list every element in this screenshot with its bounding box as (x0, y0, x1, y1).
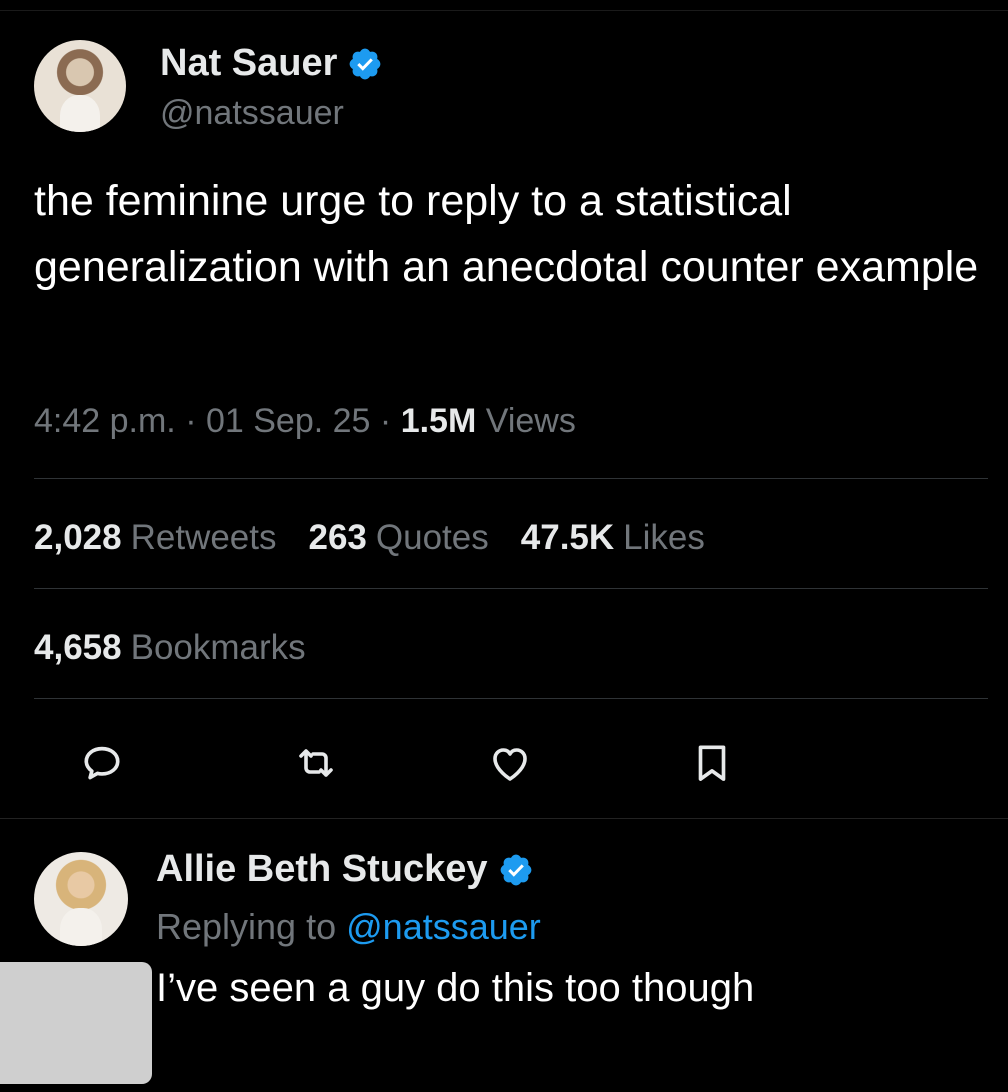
divider (0, 818, 1008, 819)
engagement-stats: 2,028 Retweets 263 Quotes 47.5K Likes (34, 518, 705, 558)
tweet-text: the feminine urge to reply to a statisti… (34, 177, 979, 291)
divider (34, 478, 988, 479)
verified-badge-icon (500, 854, 531, 885)
bookmark-button[interactable] (684, 735, 740, 791)
reply-author-name[interactable]: Allie Beth Stuckey (156, 848, 488, 891)
replying-to-handle[interactable]: @natssauer (346, 906, 541, 947)
reply-icon (84, 746, 120, 780)
avatar-figure (59, 95, 101, 132)
author-handle[interactable]: @natssauer (160, 94, 344, 133)
meta-separator: · (185, 402, 197, 440)
reply-author-name-row: Allie Beth Stuckey (156, 848, 534, 891)
tweet-time[interactable]: 4:42 p.m. (34, 402, 176, 440)
bookmark-icon (698, 745, 726, 781)
author-name[interactable]: Nat Sauer (160, 42, 337, 85)
retweets-stat[interactable]: 2,028 Retweets (34, 518, 277, 558)
likes-count: 47.5K (520, 518, 615, 557)
top-divider (0, 10, 1008, 11)
quotes-stat[interactable]: 263 Quotes (309, 518, 489, 558)
bookmark-stats: 4,658 Bookmarks (34, 628, 306, 668)
quotes-label: Quotes (375, 518, 489, 557)
likes-stat[interactable]: 47.5K Likes (521, 518, 705, 558)
meta-separator: · (379, 402, 392, 440)
like-button[interactable] (482, 735, 538, 791)
likes-label: Likes (623, 518, 705, 557)
bookmarks-label: Bookmarks (130, 628, 306, 667)
views-count: 1.5M (400, 402, 477, 440)
tweet-meta: 4:42 p.m. · 01 Sep. 25 · 1.5M Views (34, 402, 576, 441)
retweets-count: 2,028 (34, 518, 122, 557)
divider (34, 588, 988, 589)
tweet-date[interactable]: 01 Sep. 25 (206, 402, 370, 440)
quotes-count: 263 (308, 518, 367, 557)
retweet-button[interactable] (288, 735, 344, 791)
divider (34, 698, 988, 699)
retweet-icon (299, 749, 333, 777)
reply-text: I’ve seen a guy do this too though (156, 966, 755, 1010)
author-avatar[interactable] (34, 40, 126, 132)
author-name-row: Nat Sauer (160, 42, 383, 85)
overlay-patch (0, 962, 152, 1084)
reply-button[interactable] (74, 735, 130, 791)
verified-badge-icon (350, 48, 381, 79)
bookmarks-count: 4,658 (34, 628, 122, 667)
replying-to: Replying to @natssauer (156, 906, 541, 948)
bookmarks-stat[interactable]: 4,658 Bookmarks (34, 628, 306, 668)
replying-to-prefix: Replying to (156, 906, 337, 947)
avatar-figure (60, 908, 102, 946)
views-label: Views (485, 402, 576, 440)
like-icon (493, 748, 527, 781)
reply-author-avatar[interactable] (34, 852, 128, 946)
retweets-label: Retweets (130, 518, 277, 557)
action-bar (0, 735, 1008, 795)
